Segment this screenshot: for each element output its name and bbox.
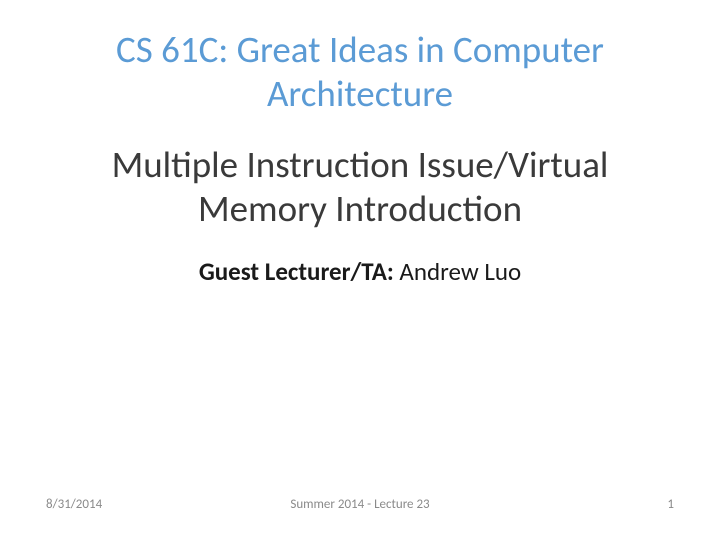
course-title: CS 61C: Great Ideas in Computer Architec… [60, 28, 660, 117]
footer-session: Summer 2014 - Lecture 23 [290, 497, 429, 512]
lecturer-label: Guest Lecturer/TA: [199, 256, 400, 287]
slide: CS 61C: Great Ideas in Computer Architec… [0, 0, 720, 540]
lecturer-name: Andrew Luo [399, 256, 521, 287]
lecture-title: Multiple Instruction Issue/Virtual Memor… [60, 143, 660, 232]
footer-date: 8/31/2014 [46, 497, 102, 512]
footer: 8/31/2014 Summer 2014 - Lecture 23 1 [0, 497, 720, 512]
lecturer-line: Guest Lecturer/TA: Andrew Luo [60, 256, 660, 287]
footer-page: 1 [667, 497, 674, 512]
